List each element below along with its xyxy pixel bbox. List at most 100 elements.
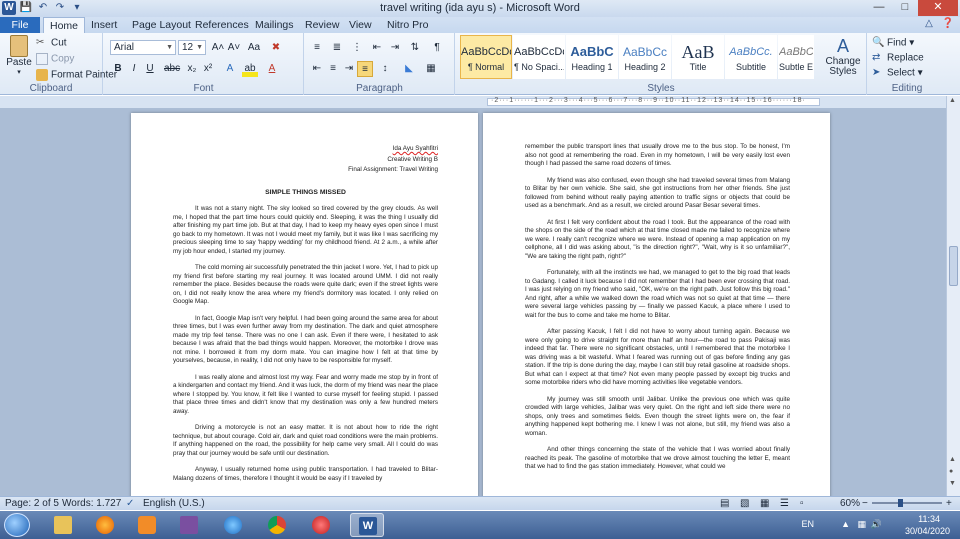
style-subtitle[interactable]: AaBbCc. Subtitle [725,35,777,79]
close-button[interactable]: ✕ [918,0,958,16]
style-name: Heading 1 [571,62,613,72]
web-layout-icon[interactable]: ▦ [760,498,769,509]
paste-button[interactable]: Paste ▾ [6,35,32,76]
maximize-button[interactable]: □ [892,0,918,16]
language[interactable]: English (U.S.) [143,498,205,509]
zoom-out-icon[interactable]: − [862,498,868,509]
taskbar-firefox[interactable] [88,513,122,537]
tab-file[interactable]: File [0,17,40,33]
page-3[interactable]: remember the public transport lines that… [483,113,830,496]
bold-icon[interactable]: B [110,61,126,77]
taskbar-word[interactable]: W [350,513,384,537]
show-formatting-marks-icon[interactable]: ¶ [429,40,445,56]
draft-icon[interactable]: ▫ [800,498,804,509]
scroll-up-icon[interactable]: ▲ [949,97,956,104]
tab-page-layout[interactable]: Page Layout [126,17,197,33]
increase-indent-icon[interactable]: ⇥ [387,40,403,56]
tab-insert[interactable]: Insert [85,17,123,33]
grow-font-icon[interactable]: A˄ [210,40,226,56]
minimize-button[interactable]: — [866,0,892,16]
text-effects-icon[interactable]: A [222,61,238,77]
style-subtle-emphasis[interactable]: AaBbCcDc Subtle Em... [778,35,814,79]
change-case-icon[interactable]: Aa [246,40,262,56]
help-icon[interactable]: ❓ [942,18,954,29]
style-heading-1[interactable]: AaBbC Heading 1 [566,35,618,79]
tab-home[interactable]: Home [43,17,86,33]
find-button[interactable]: 🔍 Find ▾ [872,37,914,49]
page-count[interactable]: Page: 2 of 5 [5,498,59,509]
zoom-slider-knob[interactable] [898,499,903,507]
multilevel-list-icon[interactable]: ⋮ [349,40,365,56]
tab-review[interactable]: Review [299,17,345,33]
page-2[interactable]: Ida Ayu Syahfitri Creative Writing B Fin… [131,113,478,496]
strikethrough-icon[interactable]: abc [164,61,180,77]
proofing-icon[interactable]: ✓ [126,498,134,509]
zoom-level[interactable]: 60% [840,498,860,509]
tab-references[interactable]: References [189,17,255,33]
clear-formatting-icon[interactable]: ✖ [268,40,284,56]
ribbon-minimize-icon[interactable]: △ [925,18,933,29]
volume-icon[interactable]: 🔊 [871,519,882,530]
scrollbar-thumb[interactable] [949,246,958,286]
tab-mailings[interactable]: Mailings [249,17,300,33]
full-screen-reading-icon[interactable]: ▧ [740,498,749,509]
taskbar-chrome[interactable] [260,513,294,537]
previous-page-icon[interactable]: ▲ [949,456,956,463]
replace-button[interactable]: ⇄ Replace [872,52,924,64]
select-button[interactable]: ➤ Select ▾ [872,67,923,79]
zoom-in-icon[interactable]: + [946,498,952,509]
borders-icon[interactable]: ▦ [423,61,439,77]
select-browse-object-icon[interactable]: ● [949,468,953,475]
outline-icon[interactable]: ☰ [780,498,789,509]
style-sample: AaBbCc [622,45,668,59]
font-family-select[interactable]: Arial ▼ [110,40,176,55]
network-icon[interactable]: ▦ [857,519,866,530]
copy-button[interactable]: Copy [36,53,74,65]
font-size-select[interactable]: 12 ▼ [178,40,206,55]
next-page-icon[interactable]: ▼ [949,480,956,487]
numbering-icon[interactable]: ≣ [329,40,345,56]
change-styles-button[interactable]: A Change Styles [822,35,864,77]
ruler-row: ·2···1······1···2···3···4···5···6···7···… [0,96,960,108]
paste-arrow-icon: ▾ [17,69,21,76]
clock-time[interactable]: 11:34 [918,514,940,524]
align-right-icon[interactable]: ⇥ [341,61,357,77]
shrink-font-icon[interactable]: A˅ [226,40,242,56]
style-normal[interactable]: AaBbCcDc ¶ Normal [460,35,512,79]
tab-view[interactable]: View [343,17,378,33]
style-no-spacing[interactable]: AaBbCcDc ¶ No Spaci... [513,35,565,79]
clock-date[interactable]: 30/04/2020 [905,526,950,536]
italic-icon[interactable]: I [126,61,142,77]
taskbar-browser[interactable] [304,513,338,537]
tray-expand-icon[interactable]: ▲ [841,519,850,529]
highlight-icon[interactable]: ab [242,61,258,77]
start-button[interactable] [4,513,30,537]
justify-icon[interactable]: ≡ [357,61,373,77]
taskbar-internet-explorer[interactable] [216,513,250,537]
bullets-icon[interactable]: ≡ [309,40,325,56]
style-title[interactable]: AaB Title [672,35,724,79]
sort-icon[interactable]: ⇅ [407,40,423,56]
subscript-icon[interactable]: x₂ [184,61,200,77]
align-center-icon[interactable]: ≡ [325,61,341,77]
cut-button[interactable]: ✂ Cut [36,37,67,49]
zoom-slider[interactable] [872,502,942,504]
taskbar-explorer[interactable] [46,513,80,537]
word-count[interactable]: Words: 1.727 [62,498,121,509]
language-indicator[interactable]: EN [801,519,814,529]
line-spacing-icon[interactable]: ↕ [377,61,393,77]
align-left-icon[interactable]: ⇤ [309,61,325,77]
clipboard-group: Paste ▾ ✂ Cut Copy Format Painter Clipboa… [0,33,117,95]
document-title: SIMPLE THINGS MISSED [265,188,346,196]
decrease-indent-icon[interactable]: ⇤ [369,40,385,56]
style-heading-2[interactable]: AaBbCc Heading 2 [619,35,671,79]
shading-icon[interactable]: ◣ [401,61,417,77]
font-color-icon[interactable]: A [264,61,280,77]
taskbar-media-player[interactable] [130,513,164,537]
print-layout-icon[interactable]: ▤ [720,498,729,509]
tab-nitro-pro[interactable]: Nitro Pro [381,17,434,33]
underline-icon[interactable]: U [142,61,158,77]
superscript-icon[interactable]: x² [200,61,216,77]
taskbar-winrar[interactable] [172,513,206,537]
vertical-scrollbar[interactable]: ▲ ▲ ● ▼ [946,96,960,496]
